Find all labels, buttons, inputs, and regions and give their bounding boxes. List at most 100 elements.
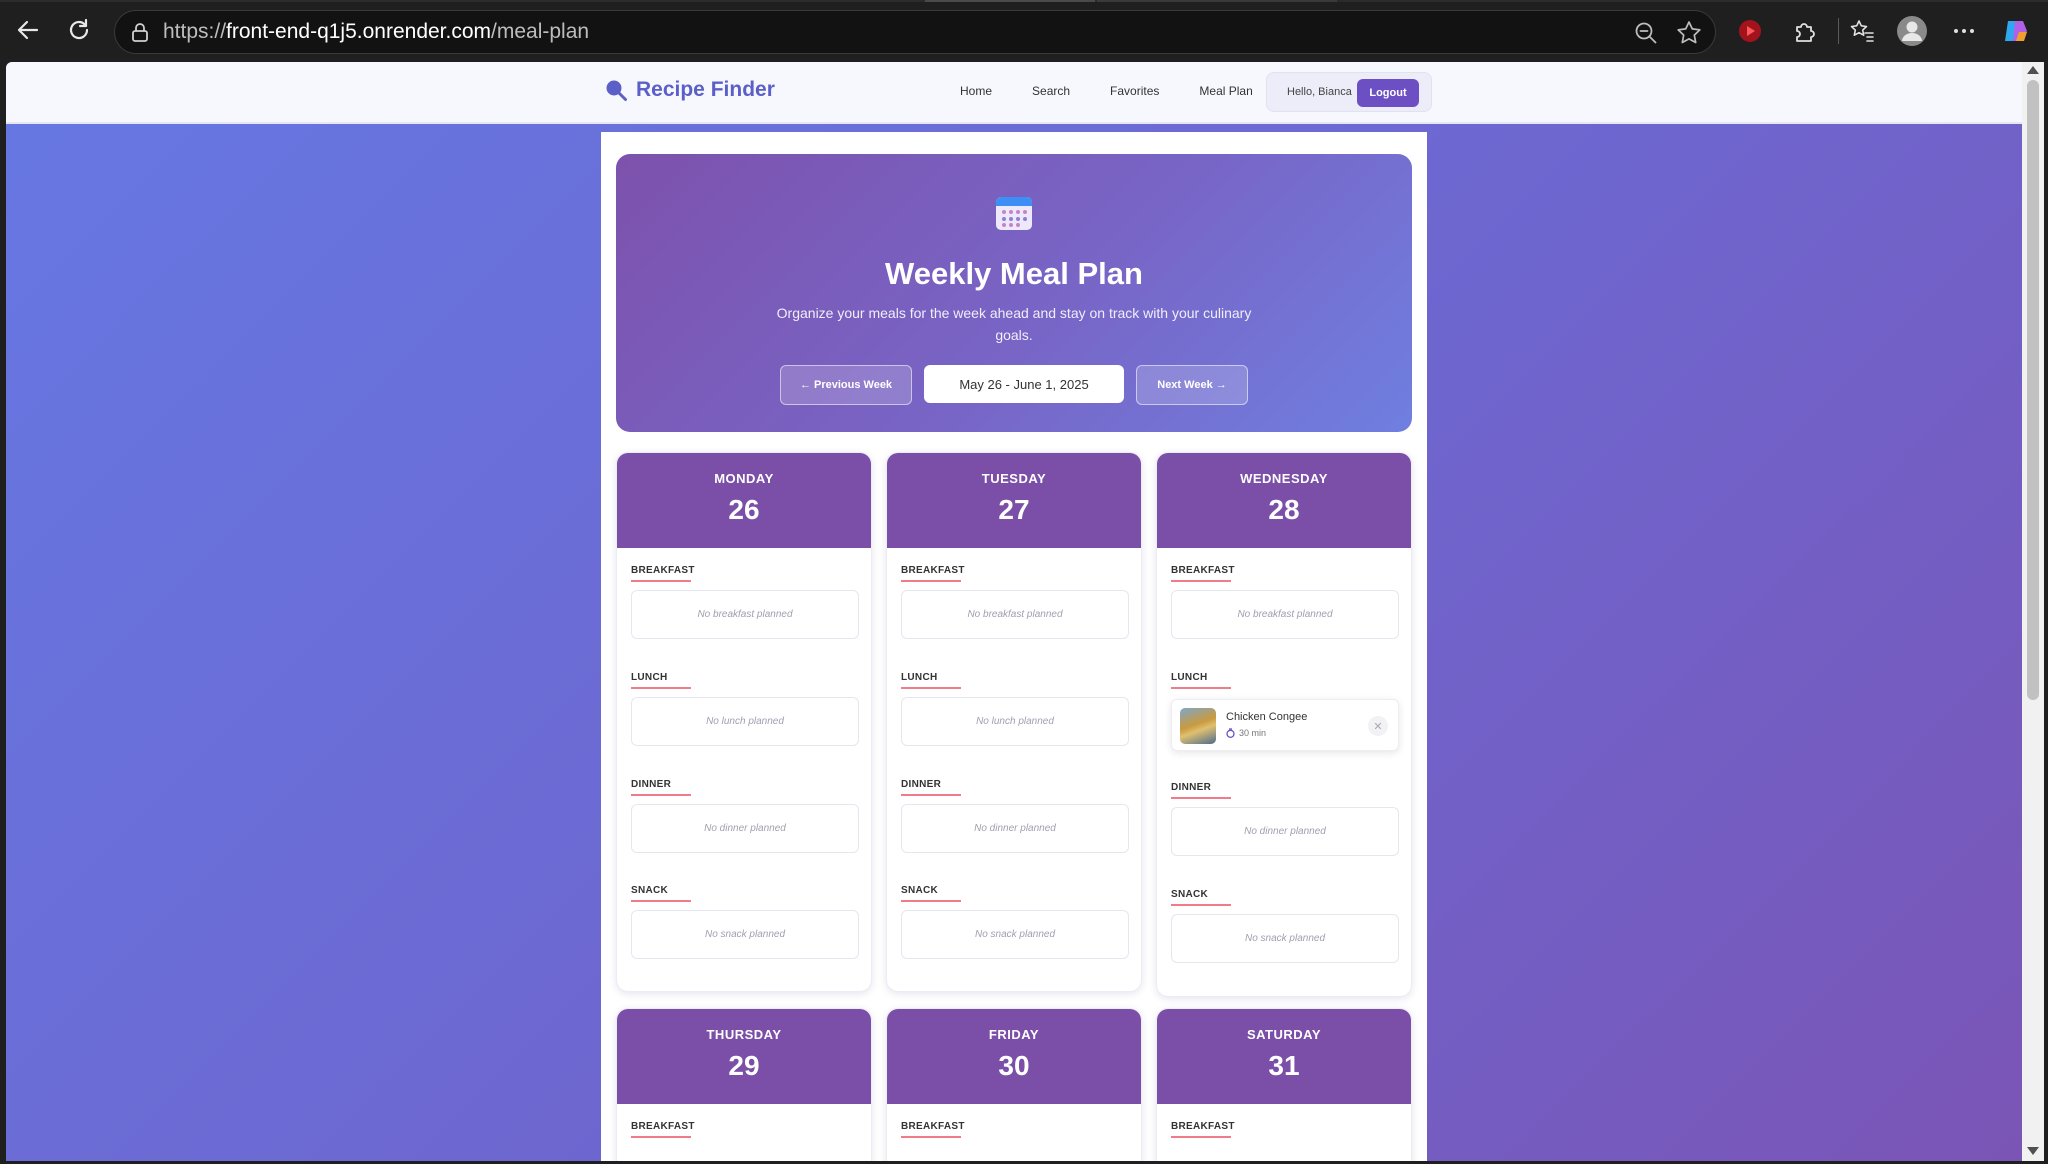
day-number: 29 [728,1050,760,1081]
empty-meal-slot[interactable]: No lunch planned [631,697,859,746]
nav-meal-plan[interactable]: Meal Plan [1199,84,1252,98]
meal-slot-dinner: DINNER No dinner planned [631,779,859,853]
day-header: FRIDAY 30 [887,1009,1141,1104]
day-header: MONDAY 26 [617,453,871,548]
meal-label: LUNCH [631,672,668,683]
nav-home[interactable]: Home [960,84,992,98]
recipe-name: Chicken Congee [1226,711,1308,723]
empty-meal-slot[interactable]: No dinner planned [1171,807,1399,856]
meal-label: DINNER [1171,782,1212,793]
nav-search[interactable]: Search [1032,84,1070,98]
meal-slot-breakfast: BREAKFAST [901,1121,1129,1138]
empty-meal-slot[interactable]: No breakfast planned [1171,590,1399,639]
meal-label: BREAKFAST [901,565,965,576]
meal-label-underline [631,900,691,902]
empty-meal-slot[interactable]: No dinner planned [631,804,859,853]
next-week-button[interactable]: Next Week → [1136,365,1248,405]
app-header: Recipe Finder Home Search Favorites Meal… [6,62,2022,124]
empty-meal-slot[interactable]: No breakfast planned [631,590,859,639]
user-greeting: Hello, Bianca [1287,86,1352,98]
day-name: MONDAY [714,471,774,486]
copilot-icon[interactable] [2000,15,2032,47]
calendar-icon [994,192,1034,232]
reload-icon[interactable] [63,14,95,46]
week-range-display: May 26 - June 1, 2025 [924,365,1124,403]
tab-indicator-inactive [1097,0,1337,2]
day-name: THURSDAY [706,1027,782,1042]
meal-label: BREAKFAST [901,1121,965,1132]
scrollbar-thumb[interactable] [2027,80,2039,700]
profile-avatar-icon[interactable] [1896,15,1928,47]
day-header: TUESDAY 27 [887,453,1141,548]
page-title: Weekly Meal Plan [885,256,1143,291]
scroll-down-arrow[interactable] [2027,1147,2039,1155]
main-nav: Home Search Favorites Meal Plan [960,84,1293,98]
meal-slot-breakfast: BREAKFAST [1171,1121,1399,1138]
meal-label: BREAKFAST [1171,1121,1235,1132]
meal-label: DINNER [901,779,942,790]
meal-slot-breakfast: BREAKFAST No breakfast planned [1171,565,1399,639]
nav-favorites[interactable]: Favorites [1110,84,1159,98]
remove-meal-button[interactable]: ✕ [1368,716,1388,736]
meal-label: LUNCH [901,672,938,683]
favorites-list-icon[interactable] [1846,15,1878,47]
day-name: TUESDAY [981,471,1047,486]
page-subtitle: Organize your meals for the week ahead a… [776,305,1252,343]
day-card-saturday: SATURDAY 31 BREAKFAST [1156,1008,1412,1161]
recipe-time-value: 30 min [1239,728,1267,738]
empty-meal-slot[interactable]: No snack planned [631,910,859,959]
brand-name: Recipe Finder [636,78,775,101]
meal-slot-lunch: LUNCH Chicken Congee 30 min ✕ [1171,672,1399,751]
zoom-out-icon[interactable] [1633,20,1659,46]
meal-label: BREAKFAST [1171,565,1235,576]
meal-slot-dinner: DINNER No dinner planned [901,779,1129,853]
extension-record-icon[interactable] [1734,15,1766,47]
meal-slot-snack: SNACK No snack planned [1171,889,1399,963]
empty-meal-slot[interactable]: No lunch planned [901,697,1129,746]
meal-label: SNACK [631,885,669,896]
url-text: https://front-end-q1j5.onrender.com/meal… [163,20,590,43]
day-header: THURSDAY 29 [617,1009,871,1104]
back-icon[interactable] [12,14,44,46]
empty-meal-slot[interactable]: No snack planned [1171,914,1399,963]
brand-link[interactable]: Recipe Finder [604,78,775,102]
day-name: FRIDAY [988,1027,1040,1042]
meal-label-underline [1171,904,1231,906]
day-card-friday: FRIDAY 30 BREAKFAST [886,1008,1142,1161]
meal-slot-snack: SNACK No snack planned [631,885,859,959]
day-card-tuesday: TUESDAY 27 BREAKFAST No breakfast planne… [886,452,1142,992]
meal-label: BREAKFAST [631,1121,695,1132]
meal-label-underline [1171,1136,1231,1138]
more-menu-icon[interactable] [1948,15,1980,47]
address-bar[interactable]: https://front-end-q1j5.onrender.com/meal… [114,10,1716,54]
toolbar-divider [1838,18,1839,44]
day-card-wednesday: WEDNESDAY 28 BREAKFAST No breakfast plan… [1156,452,1412,997]
day-header: SATURDAY 31 [1157,1009,1411,1104]
meal-slot-dinner: DINNER No dinner planned [1171,782,1399,856]
extensions-icon[interactable] [1788,15,1820,47]
logout-button[interactable]: Logout [1357,79,1419,107]
meal-label-underline [1171,580,1231,582]
meal-slot-lunch: LUNCH No lunch planned [631,672,859,746]
planned-meal-card[interactable]: Chicken Congee 30 min ✕ [1171,699,1399,751]
empty-meal-slot[interactable]: No breakfast planned [901,590,1129,639]
meal-label-underline [901,794,961,796]
favorite-star-icon[interactable] [1675,19,1703,47]
page-scrollbar[interactable] [2022,62,2044,1161]
previous-week-button[interactable]: ← Previous Week [780,365,912,405]
meal-label: SNACK [1171,889,1209,900]
day-number: 28 [1268,494,1300,525]
page-viewport: Recipe Finder Home Search Favorites Meal… [6,62,2022,1161]
scroll-up-arrow[interactable] [2027,66,2039,74]
day-number: 30 [998,1050,1030,1081]
site-info-icon[interactable] [129,22,151,44]
search-logo-icon [604,78,628,102]
user-menu: Hello, Bianca Logout [1266,72,1432,112]
empty-meal-slot[interactable]: No dinner planned [901,804,1129,853]
tab-indicator [925,0,1095,2]
meal-slot-breakfast: BREAKFAST No breakfast planned [901,565,1129,639]
day-card-thursday: THURSDAY 29 BREAKFAST [616,1008,872,1161]
day-number: 26 [728,494,760,525]
empty-meal-slot[interactable]: No snack planned [901,910,1129,959]
meal-plan-hero: Weekly Meal Plan Organize your meals for… [616,154,1412,432]
